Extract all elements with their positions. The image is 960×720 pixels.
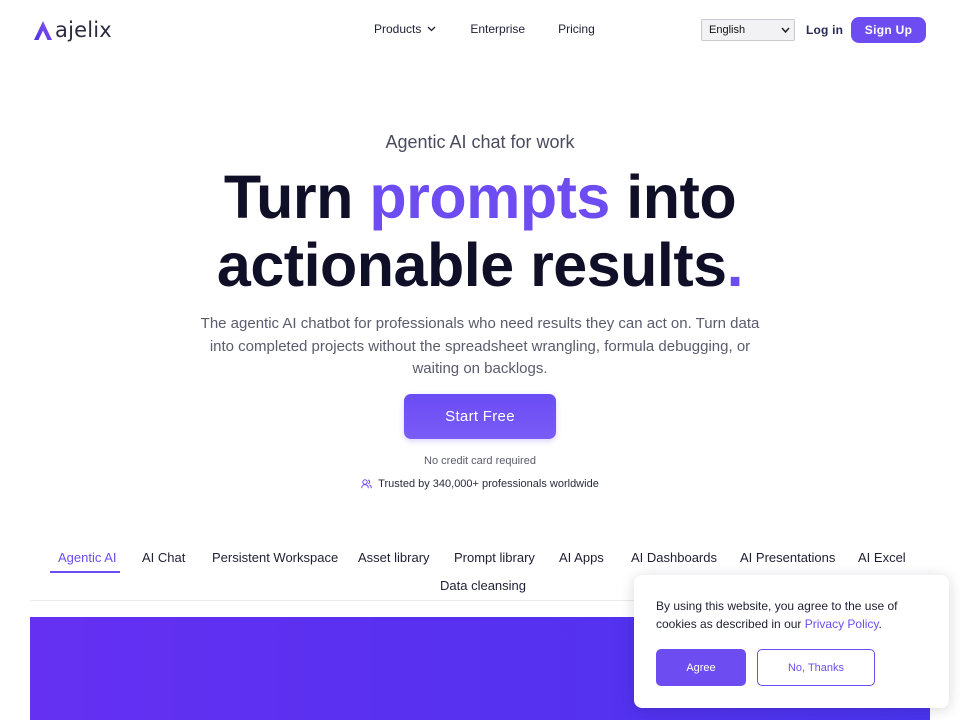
nav-products-label: Products — [374, 22, 422, 36]
tab-asset-library[interactable]: Asset library — [358, 550, 430, 565]
nav-pricing[interactable]: Pricing — [558, 22, 595, 36]
headline-period: . — [726, 231, 744, 299]
tab-ai-dashboards[interactable]: AI Dashboards — [631, 550, 717, 565]
feature-tabs: Agentic AI AI Chat Persistent Workspace … — [0, 550, 960, 593]
cookie-agree-button[interactable]: Agree — [656, 649, 746, 686]
users-icon — [361, 479, 372, 489]
active-tab-indicator — [50, 571, 120, 573]
cookie-consent-banner: By using this website, you agree to the … — [634, 575, 949, 708]
tab-ai-excel[interactable]: AI Excel — [858, 550, 906, 565]
login-link[interactable]: Log in — [806, 23, 843, 37]
chevron-down-icon — [427, 26, 436, 32]
privacy-policy-link[interactable]: Privacy Policy — [805, 617, 879, 631]
signup-button[interactable]: Sign Up — [851, 17, 926, 43]
cookie-text: By using this website, you agree to the … — [656, 597, 931, 633]
cookie-decline-button[interactable]: No, Thanks — [757, 649, 875, 686]
start-free-button[interactable]: Start Free — [404, 394, 556, 439]
ajelix-a-logo-icon — [33, 19, 53, 41]
logo[interactable]: ajelix — [33, 17, 112, 43]
tab-ai-presentations[interactable]: AI Presentations — [740, 550, 835, 565]
logo-text: ajelix — [55, 17, 112, 42]
no-card-note: No credit card required — [424, 455, 536, 467]
tab-prompt-library[interactable]: Prompt library — [454, 550, 535, 565]
hero-eyebrow: Agentic AI chat for work — [385, 132, 575, 152]
language-select[interactable]: English — [701, 19, 795, 41]
headline-accent: prompts — [369, 163, 610, 231]
top-nav: ajelix Products Enterprise Pricing Engli… — [0, 0, 960, 60]
hero-headline: Turn prompts into actionable results. — [0, 163, 960, 299]
tab-ai-chat[interactable]: AI Chat — [142, 550, 185, 565]
tab-ai-apps[interactable]: AI Apps — [559, 550, 604, 565]
nav-enterprise[interactable]: Enterprise — [470, 22, 525, 36]
main-menu: Products Enterprise Pricing — [374, 22, 595, 36]
trusted-badge: Trusted by 340,000+ professionals worldw… — [0, 478, 960, 490]
tab-agentic-ai[interactable]: Agentic AI — [58, 550, 117, 565]
language-select-value: English — [709, 24, 746, 36]
nav-products[interactable]: Products — [374, 22, 436, 36]
headline-part2: into — [609, 163, 737, 231]
select-caret-icon — [781, 27, 790, 34]
headline-line2: actionable results — [216, 231, 727, 299]
cookie-text-end: . — [878, 617, 882, 631]
headline-part1: Turn — [223, 163, 370, 231]
hero-subtext: The agentic AI chatbot for professionals… — [200, 315, 760, 377]
trusted-text: Trusted by 340,000+ professionals worldw… — [378, 478, 599, 490]
tab-persistent-workspace[interactable]: Persistent Workspace — [212, 550, 338, 565]
tab-data-cleansing[interactable]: Data cleansing — [440, 578, 526, 593]
